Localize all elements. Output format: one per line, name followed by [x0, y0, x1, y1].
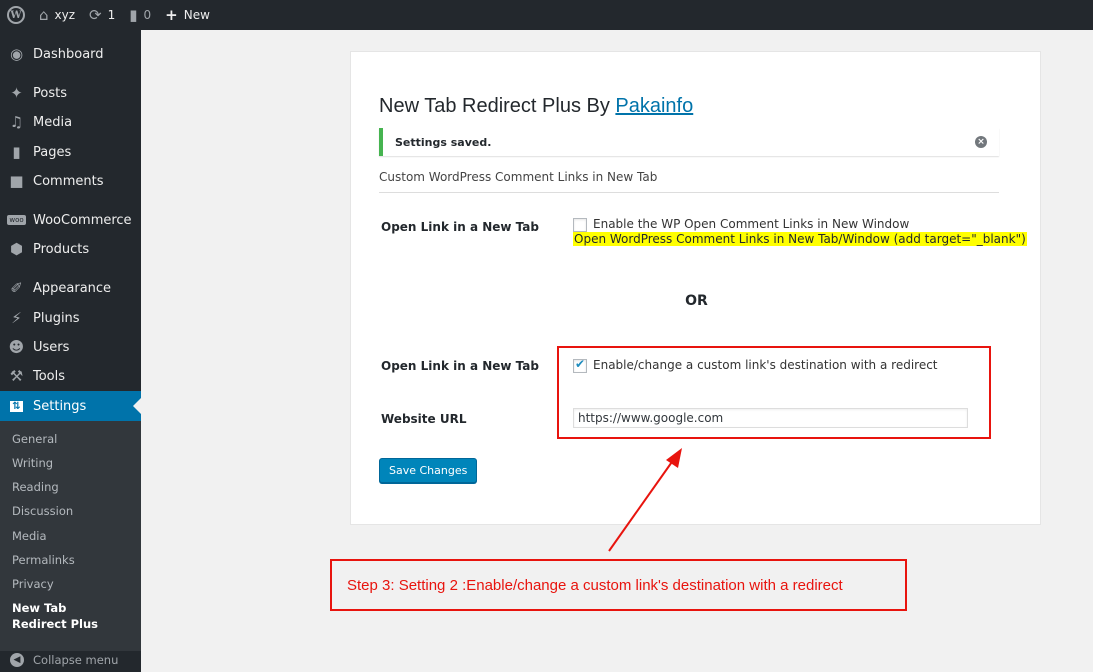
- menu-posts[interactable]: ✦ Posts: [0, 78, 141, 108]
- menu-label: Comments: [33, 173, 104, 189]
- pages-icon: ▮: [12, 143, 21, 161]
- menu-label: Products: [33, 241, 90, 257]
- menu-tools[interactable]: ⚒ Tools: [0, 361, 141, 391]
- settings-submenu: General Writing Reading Discussion Media…: [0, 421, 141, 651]
- or-separator: OR: [685, 293, 708, 309]
- divider: [379, 192, 999, 193]
- submenu-permalinks[interactable]: Permalinks: [12, 552, 75, 568]
- home-icon: ⌂: [39, 6, 49, 24]
- collapse-menu-button[interactable]: ◀ Collapse menu: [0, 648, 141, 672]
- menu-appearance[interactable]: ✐ Appearance: [0, 273, 141, 303]
- menu-dashboard[interactable]: ◉ Dashboard: [0, 39, 141, 69]
- menu-label: Appearance: [33, 280, 112, 296]
- annotation-highlight-box: [557, 346, 991, 439]
- menu-plugins[interactable]: ⚡ Plugins: [0, 303, 141, 333]
- menu-label: Users: [33, 339, 70, 355]
- collapse-label: Collapse menu: [33, 653, 119, 667]
- section-description: Custom WordPress Comment Links in New Ta…: [379, 170, 658, 184]
- menu-label: Pages: [33, 144, 72, 160]
- notice-text: Settings saved.: [395, 135, 492, 149]
- submenu-reading[interactable]: Reading: [12, 479, 59, 495]
- site-name: xyz: [54, 8, 76, 22]
- menu-label: WooCommerce: [33, 212, 132, 228]
- menu-pages[interactable]: ▮ Pages: [0, 137, 141, 167]
- menu-settings[interactable]: ⇅ Settings: [0, 391, 141, 421]
- row2-label: Open Link in a New Tab: [381, 359, 539, 373]
- menu-label: Plugins: [33, 310, 80, 326]
- pushpin-icon: ✦: [10, 84, 23, 102]
- menu-label: Dashboard: [33, 46, 104, 62]
- dashboard-icon: ◉: [9, 45, 24, 63]
- highlighted-note: Open WordPress Comment Links in New Tab/…: [573, 232, 1027, 246]
- new-content-menu[interactable]: + New: [158, 0, 217, 30]
- page-title: New Tab Redirect Plus By Pakainfo: [379, 95, 693, 118]
- settings-icon: ⇅: [10, 400, 23, 412]
- page-title-text: New Tab Redirect Plus By: [379, 95, 616, 117]
- admin-sidebar: ◉ Dashboard ✦ Posts ♫ Media ▮ Pages ■ Co…: [0, 30, 141, 672]
- plug-icon: ⚡: [11, 309, 22, 327]
- updates-menu[interactable]: ⟳ 1: [82, 0, 122, 30]
- menu-comments[interactable]: ■ Comments: [0, 166, 141, 196]
- comments-menu[interactable]: ▮ 0: [122, 0, 158, 30]
- brush-icon: ✐: [10, 279, 23, 297]
- menu-label: Tools: [33, 368, 66, 384]
- settings-panel: New Tab Redirect Plus By Pakainfo Settin…: [350, 51, 1041, 525]
- submenu-media[interactable]: Media: [12, 528, 47, 544]
- site-name-menu[interactable]: ⌂ xyz: [32, 0, 82, 30]
- open-comment-links-checkbox[interactable]: [573, 218, 587, 232]
- url-label: Website URL: [381, 412, 467, 426]
- user-icon: ☻: [8, 338, 25, 356]
- updates-icon: ⟳: [89, 6, 102, 24]
- woocommerce-icon: woo: [7, 215, 26, 225]
- menu-woocommerce[interactable]: woo WooCommerce: [0, 205, 141, 235]
- submenu-general[interactable]: General: [12, 431, 57, 447]
- admin-bar: W ⌂ xyz ⟳ 1 ▮ 0 + New: [0, 0, 1093, 30]
- menu-label: Posts: [33, 85, 67, 101]
- submenu-writing[interactable]: Writing: [12, 455, 53, 471]
- updates-count: 1: [107, 8, 116, 22]
- dismiss-icon[interactable]: ×: [975, 136, 987, 148]
- submenu-privacy[interactable]: Privacy: [12, 576, 54, 592]
- row1-checkbox-label: Enable the WP Open Comment Links in New …: [593, 217, 910, 231]
- pakainfo-link[interactable]: Pakainfo: [615, 95, 693, 117]
- wrench-icon: ⚒: [9, 367, 24, 385]
- save-changes-button[interactable]: Save Changes: [379, 458, 478, 483]
- menu-users[interactable]: ☻ Users: [0, 332, 141, 362]
- collapse-arrow-icon: ◀: [10, 653, 24, 667]
- menu-label: Media: [33, 114, 73, 130]
- menu-products[interactable]: ⬢ Products: [0, 234, 141, 264]
- row1-label: Open Link in a New Tab: [381, 220, 539, 234]
- media-icon: ♫: [9, 113, 24, 131]
- wp-logo-menu[interactable]: W: [0, 0, 32, 30]
- settings-saved-notice: Settings saved. ×: [379, 128, 999, 156]
- menu-media[interactable]: ♫ Media: [0, 107, 141, 137]
- new-label: New: [183, 8, 210, 22]
- annotation-step-text: Step 3: Setting 2 :Enable/change a custo…: [347, 576, 843, 594]
- box-icon: ⬢: [9, 240, 24, 258]
- plus-icon: +: [165, 6, 178, 24]
- annotation-step-box: Step 3: Setting 2 :Enable/change a custo…: [330, 559, 907, 611]
- comment-icon: ■: [9, 172, 24, 190]
- submenu-discussion[interactable]: Discussion: [12, 503, 73, 519]
- submenu-new-tab-redirect-plus[interactable]: New Tab Redirect Plus: [12, 600, 122, 632]
- menu-label: Settings: [33, 398, 87, 414]
- comments-count: 0: [143, 8, 152, 22]
- annotation-arrow-icon: [608, 448, 682, 552]
- comment-bubble-icon: ▮: [129, 6, 138, 24]
- wordpress-logo-icon: W: [7, 6, 25, 24]
